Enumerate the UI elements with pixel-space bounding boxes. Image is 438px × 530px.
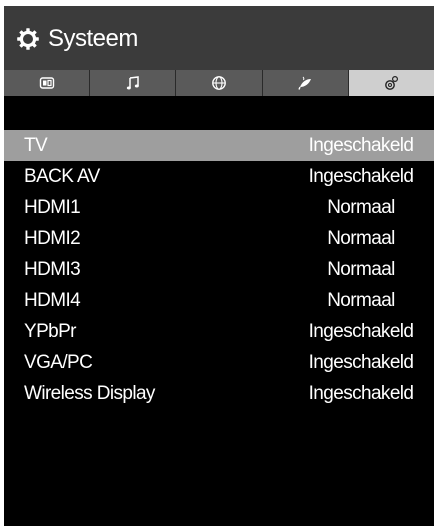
row-value: Ingeschakeld	[308, 382, 414, 404]
menu-header: Systeem	[4, 6, 434, 70]
list-row[interactable]: HDMI3 Normaal	[4, 254, 434, 285]
tv-menu-screen: Systeem TV Ingeschakeld BACK AV Ingescha…	[4, 6, 434, 526]
list-row[interactable]: YPbPr Ingeschakeld	[4, 316, 434, 347]
category-tabs	[4, 70, 434, 96]
picture-icon	[39, 75, 55, 91]
music-note-icon	[125, 75, 141, 91]
row-value: Ingeschakeld	[308, 351, 414, 373]
list-row[interactable]: HDMI2 Normaal	[4, 223, 434, 254]
row-label: TV	[24, 134, 48, 156]
source-list: TV Ingeschakeld BACK AV Ingeschakeld HDM…	[4, 130, 434, 409]
list-row[interactable]: VGA/PC Ingeschakeld	[4, 347, 434, 378]
row-value: Ingeschakeld	[308, 134, 414, 156]
tab-network[interactable]	[176, 70, 263, 96]
list-row[interactable]: BACK AV Ingeschakeld	[4, 161, 434, 192]
globe-icon	[211, 75, 227, 91]
page-title-text: Systeem	[48, 25, 138, 52]
row-value: Normaal	[327, 258, 395, 280]
row-value: Ingeschakeld	[308, 165, 414, 187]
row-value: Normaal	[327, 227, 395, 249]
row-label: BACK AV	[24, 165, 100, 187]
list-row[interactable]: Wireless Display Ingeschakeld	[4, 378, 434, 409]
row-label: YPbPr	[24, 320, 77, 342]
list-row[interactable]: HDMI4 Normaal	[4, 285, 434, 316]
row-value: Normaal	[327, 289, 395, 311]
row-value: Ingeschakeld	[308, 320, 414, 342]
row-value: Normaal	[327, 196, 395, 218]
row-label: HDMI2	[24, 227, 81, 249]
tab-picture[interactable]	[4, 70, 91, 96]
satellite-icon	[297, 75, 313, 91]
page-title: Systeem	[16, 24, 138, 54]
row-label: HDMI3	[24, 258, 81, 280]
settings-icon	[383, 75, 399, 91]
row-label: Wireless Display	[24, 382, 155, 404]
gear-icon	[16, 27, 40, 51]
list-row[interactable]: TV Ingeschakeld	[4, 130, 434, 161]
tab-channels[interactable]	[263, 70, 349, 96]
tab-sound[interactable]	[90, 70, 177, 96]
list-row[interactable]: HDMI1 Normaal	[4, 192, 434, 223]
row-label: HDMI4	[24, 289, 81, 311]
row-label: HDMI1	[24, 196, 81, 218]
tab-system[interactable]	[348, 70, 434, 96]
row-label: VGA/PC	[24, 351, 93, 373]
